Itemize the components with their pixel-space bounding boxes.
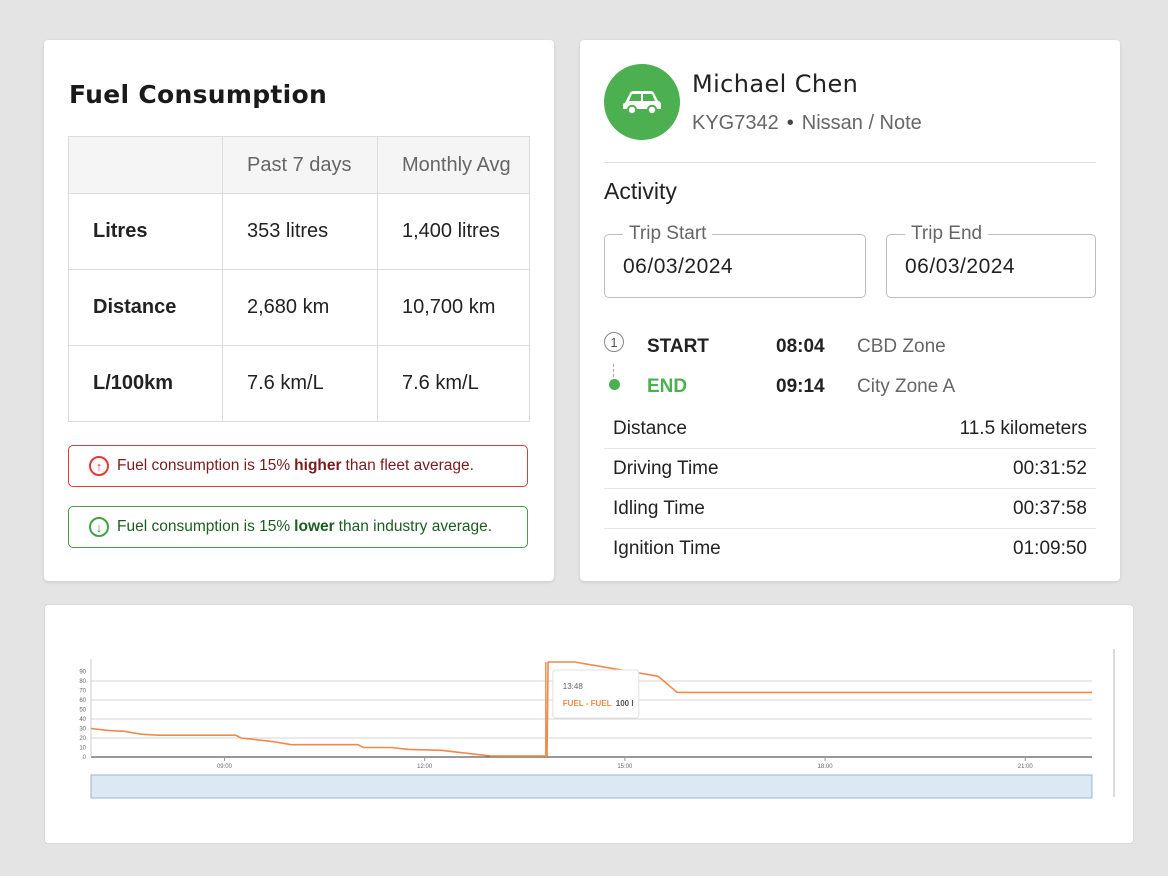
row-label: Distance — [68, 269, 223, 346]
alert-text-strong: lower — [294, 518, 335, 535]
cell-monthly-avg: 1,400 litres — [377, 193, 530, 270]
fuel-level-chart[interactable]: 0 10 20 30 40 50 60 70 80 90 09:00 12:00 15:00 18:00 2… — [45, 605, 1133, 843]
cell-past-7-days: 2,680 km — [222, 269, 378, 346]
column-header-past-7-days: Past 7 days — [222, 136, 378, 194]
fuel-table: Past 7 days Monthly Avg Litres 353 litre… — [68, 136, 530, 422]
stat-label: Idling Time — [613, 498, 705, 519]
stat-label: Distance — [613, 418, 687, 439]
alert-text-strong: higher — [294, 457, 342, 474]
stat-value: 11.5 kilometers — [959, 418, 1087, 439]
fuel-consumption-card: Fuel Consumption Past 7 days Monthly Avg… — [44, 40, 554, 581]
x-tick-label: 09:00 — [217, 764, 233, 770]
license-plate: KYG7342 — [692, 112, 779, 134]
trip-end-value[interactable]: 06/03/2024 — [905, 255, 1015, 279]
y-tick-label: 90 — [79, 670, 86, 676]
fleet-average-alert: ↑ Fuel consumption is 15% higher than fl… — [68, 445, 528, 487]
stat-value: 00:37:58 — [1013, 498, 1087, 519]
separator-dot: • — [786, 112, 794, 134]
trip-start-field[interactable]: Trip Start 06/03/2024 — [604, 223, 866, 298]
table-header-row: Past 7 days Monthly Avg — [68, 136, 530, 194]
y-tick-label: 70 — [79, 689, 86, 695]
fuel-title: Fuel Consumption — [69, 80, 328, 109]
tooltip-time: 13:48 — [563, 682, 584, 691]
step-number-icon: 1 — [604, 332, 624, 352]
industry-average-alert: ↓ Fuel consumption is 15% lower than ind… — [68, 506, 528, 548]
driver-name: Michael Chen — [692, 70, 859, 98]
y-tick-label: 40 — [79, 717, 86, 723]
table-row: L/100km 7.6 km/L 7.6 km/L — [68, 345, 530, 422]
cell-monthly-avg: 10,700 km — [377, 269, 530, 346]
y-tick-label: 0 — [83, 755, 87, 761]
stat-value: 01:09:50 — [1013, 538, 1087, 559]
avatar — [604, 64, 680, 140]
arrow-down-circle-icon: ↓ — [89, 517, 109, 537]
y-tick-label: 20 — [79, 736, 86, 742]
stat-row-distance: Distance 11.5 kilometers — [604, 409, 1096, 449]
x-tick-label: 15:00 — [617, 764, 633, 770]
fuel-level-chart-card: 0 10 20 30 40 50 60 70 80 90 09:00 12:00 15:00 18:00 2… — [44, 604, 1134, 844]
tooltip-value: 100 l — [616, 699, 634, 708]
trip-end-field[interactable]: Trip End 06/03/2024 — [886, 223, 1096, 298]
driver-activity-card: Michael Chen KYG7342 • Nissan / Note Activ… — [580, 40, 1120, 581]
timeline-zone: CBD Zone — [857, 336, 946, 357]
stat-label: Driving Time — [613, 458, 719, 479]
timeline-time: 09:14 — [776, 376, 825, 397]
divider — [604, 162, 1096, 163]
timeline-type: END — [647, 376, 688, 397]
timeline-time: 08:04 — [776, 336, 825, 357]
cell-monthly-avg: 7.6 km/L — [377, 345, 530, 422]
cell-past-7-days: 353 litres — [222, 193, 378, 270]
timeline-start-row: 1 START 08:04 CBD Zone — [604, 332, 1096, 362]
row-label: Litres — [68, 193, 223, 270]
table-row: Distance 2,680 km 10,700 km — [68, 269, 530, 346]
vehicle-info: KYG7342 • Nissan / Note — [692, 112, 922, 135]
stat-row-driving-time: Driving Time 00:31:52 — [604, 449, 1096, 489]
activity-title: Activity — [604, 178, 677, 204]
stat-value: 00:31:52 — [1013, 458, 1087, 479]
row-label: L/100km — [68, 345, 223, 422]
column-header-empty — [68, 136, 223, 194]
y-tick-label: 10 — [79, 746, 86, 752]
timeline-zone: City Zone A — [857, 376, 956, 397]
table-row: Litres 353 litres 1,400 litres — [68, 193, 530, 270]
timeline-end-row: END 09:14 City Zone A — [604, 372, 1096, 402]
alert-text-after: than fleet average. — [345, 457, 474, 474]
car-icon — [623, 91, 661, 116]
trip-end-label: Trip End — [905, 223, 989, 245]
y-tick-label: 30 — [79, 727, 86, 733]
tooltip-series: FUEL - FUEL — [563, 699, 612, 708]
column-header-monthly-avg: Monthly Avg — [377, 136, 530, 194]
vehicle-model: Nissan / Note — [801, 112, 922, 134]
trip-start-value[interactable]: 06/03/2024 — [623, 255, 733, 279]
y-tick-label: 50 — [79, 708, 86, 714]
alert-text-before: Fuel consumption is 15% — [117, 457, 291, 474]
stat-row-idling-time: Idling Time 00:37:58 — [604, 489, 1096, 529]
stat-label: Ignition Time — [613, 538, 721, 559]
alert-text-before: Fuel consumption is 15% — [117, 518, 291, 535]
x-tick-label: 12:00 — [417, 764, 433, 770]
end-dot-icon — [609, 379, 620, 390]
y-tick-label: 60 — [79, 698, 86, 704]
range-navigator[interactable] — [90, 774, 1093, 799]
x-tick-label: 21:00 — [1018, 764, 1034, 770]
x-tick-label: 18:00 — [818, 764, 834, 770]
stat-row-ignition-time: Ignition Time 01:09:50 — [604, 529, 1096, 569]
tooltip-box — [552, 669, 640, 719]
timeline-type: START — [647, 336, 709, 357]
alert-text-after: than industry average. — [338, 518, 493, 535]
cell-past-7-days: 7.6 km/L — [222, 345, 378, 422]
y-tick-label: 80 — [79, 679, 86, 685]
arrow-up-circle-icon: ↑ — [89, 456, 109, 476]
trip-start-label: Trip Start — [623, 223, 713, 245]
